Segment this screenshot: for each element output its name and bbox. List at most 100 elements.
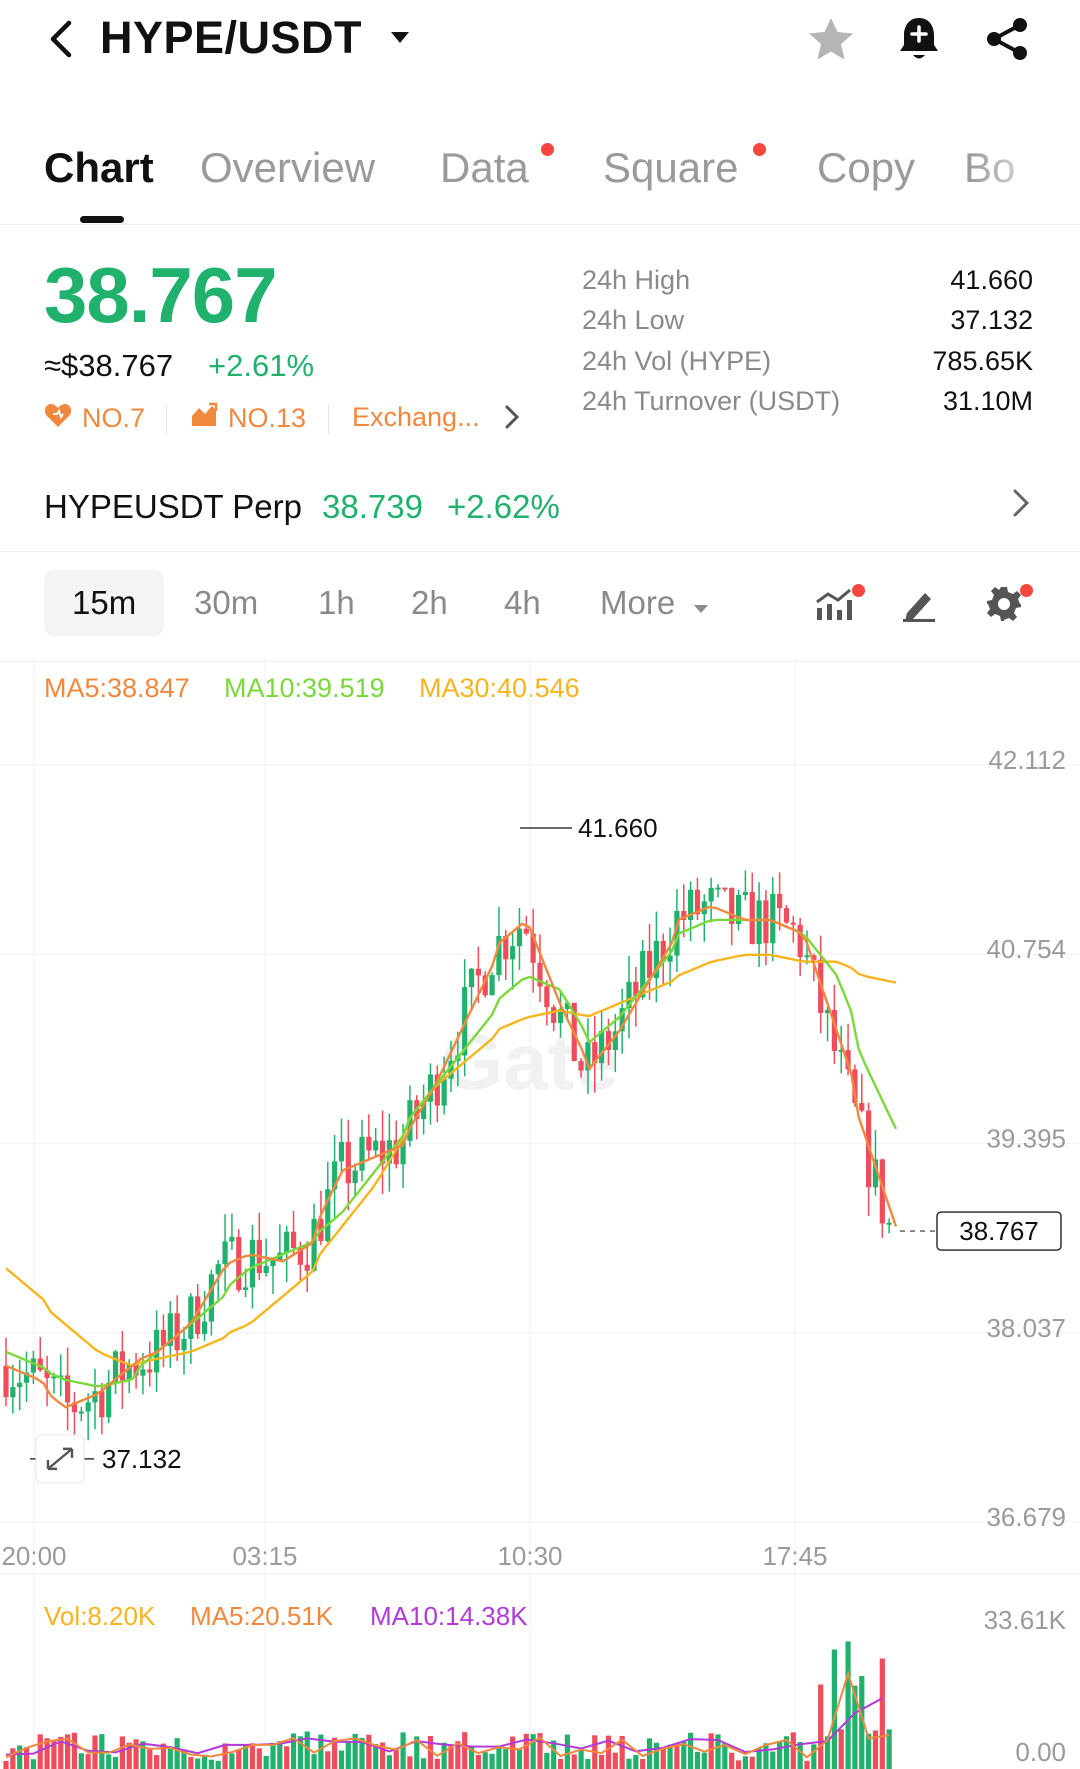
indicators-notification-dot xyxy=(852,584,865,597)
tab-square[interactable]: Square xyxy=(603,144,738,192)
candle-body xyxy=(229,1236,235,1242)
volume-bar xyxy=(167,1747,173,1769)
share-icon[interactable] xyxy=(982,14,1032,64)
candle-body xyxy=(468,968,475,988)
candle-body xyxy=(763,900,769,944)
candle-body xyxy=(263,1266,269,1273)
star-icon[interactable] xyxy=(806,14,856,64)
tab-copy[interactable]: Copy xyxy=(817,144,915,192)
volume-bar xyxy=(407,1756,413,1769)
heart-flame-icon xyxy=(44,402,72,435)
candle-body xyxy=(270,1260,276,1267)
back-arrow-icon[interactable] xyxy=(40,16,80,62)
candle-body xyxy=(797,924,803,958)
y-tick-label: 40.754 xyxy=(986,934,1066,964)
volume-bar xyxy=(797,1742,803,1769)
volume-bar xyxy=(701,1752,707,1769)
volume-bar xyxy=(496,1746,502,1769)
rank-hot[interactable]: NO.7 xyxy=(44,402,145,435)
tab-data[interactable]: Data xyxy=(440,144,529,192)
volume-bar xyxy=(475,1754,481,1769)
candle-body xyxy=(578,1061,584,1071)
volume-bar xyxy=(140,1741,146,1769)
volume-bar xyxy=(421,1758,427,1769)
candle-body xyxy=(790,922,796,925)
volume-bar xyxy=(571,1754,577,1769)
candle-body xyxy=(859,1103,865,1111)
candle-body xyxy=(140,1369,146,1376)
volume-bar xyxy=(229,1753,235,1769)
volume-bar xyxy=(879,1658,885,1769)
candle-body xyxy=(749,891,755,944)
y-tick-label: 39.395 xyxy=(986,1124,1066,1154)
stat-value-24h-vol: 785.65K xyxy=(932,346,1033,376)
volume-bar xyxy=(338,1750,345,1769)
candle-body xyxy=(646,951,653,979)
volume-bar xyxy=(188,1756,194,1769)
volume-bar xyxy=(653,1742,659,1769)
timeframe-bar: 15m 30m 1h 2h 4h More xyxy=(0,552,1080,662)
timeframe-15m[interactable]: 15m xyxy=(44,570,165,636)
candle-body xyxy=(222,1241,228,1265)
chevron-right-icon xyxy=(1012,488,1030,523)
volume-bar xyxy=(633,1754,639,1769)
volume-bar xyxy=(208,1759,214,1769)
candle-body xyxy=(777,893,783,909)
timeframe-4h[interactable]: 4h xyxy=(476,570,569,636)
price-chart[interactable]: Gate 42.11240.75439.39538.03736.67920:00… xyxy=(0,659,1080,1769)
volume-bar xyxy=(71,1732,78,1769)
volume-bar xyxy=(790,1732,796,1769)
exchange-link[interactable]: Exchang... xyxy=(352,402,480,433)
timeframe-30m[interactable]: 30m xyxy=(166,570,286,636)
y-tick-label: 38.037 xyxy=(986,1313,1066,1343)
timeframe-2h[interactable]: 2h xyxy=(383,570,476,636)
draw-tool-icon[interactable] xyxy=(897,582,941,626)
perpetual-contract-row[interactable]: HYPEUSDT Perp 38.739 +2.62% xyxy=(0,474,1080,552)
volume-bar xyxy=(434,1758,440,1769)
volume-bar xyxy=(147,1748,153,1769)
tab-overview[interactable]: Overview xyxy=(200,144,375,192)
volume-y-tick-label: 33.61K xyxy=(984,1605,1067,1635)
stat-label-24h-high: 24h High xyxy=(582,265,691,295)
ma5-line xyxy=(5,905,898,1409)
stat-label-24h-turnover: 24h Turnover (USDT) xyxy=(582,386,841,416)
chevron-down-icon[interactable] xyxy=(388,28,412,48)
volume-bar xyxy=(770,1751,776,1769)
volume-bar xyxy=(804,1760,810,1769)
stat-value-24h-high: 41.660 xyxy=(950,265,1033,295)
candle-body xyxy=(715,887,721,890)
tab-square-notification-dot xyxy=(753,143,766,156)
volume-bar xyxy=(119,1736,125,1769)
chevron-right-icon[interactable] xyxy=(504,404,520,435)
volume-bar xyxy=(763,1743,769,1769)
tab-chart[interactable]: Chart xyxy=(44,144,154,192)
rank-gainers-label: NO.13 xyxy=(228,403,307,433)
volume-bar xyxy=(256,1748,262,1769)
candle-body xyxy=(243,1287,249,1291)
candle-body xyxy=(523,928,529,934)
volume-bar xyxy=(845,1641,851,1769)
high-marker-label: 41.660 xyxy=(578,813,658,843)
indicators-icon[interactable] xyxy=(812,582,856,626)
candle-body xyxy=(804,955,810,958)
volume-bar xyxy=(195,1758,201,1769)
volume-bar xyxy=(551,1740,557,1769)
ma10-line xyxy=(5,918,898,1388)
volume-bar xyxy=(640,1758,646,1769)
pair-title[interactable]: HYPE/USDT xyxy=(100,12,362,64)
volume-bar xyxy=(578,1749,584,1769)
rank-gainers[interactable]: NO.13 xyxy=(190,402,306,435)
stat-value-24h-turnover: 31.10M xyxy=(942,386,1033,416)
volume-legend: Vol:8.20K xyxy=(44,1601,156,1631)
volume-bar xyxy=(564,1734,570,1769)
timeframe-1h[interactable]: 1h xyxy=(290,570,383,636)
bell-plus-icon[interactable] xyxy=(894,14,944,64)
chevron-down-icon xyxy=(692,572,710,638)
timeframe-more[interactable]: More xyxy=(572,570,738,636)
settings-notification-dot xyxy=(1020,584,1033,597)
usd-price: ≈$38.767 xyxy=(44,348,174,383)
candle-body xyxy=(756,900,762,944)
candle-body xyxy=(208,1274,214,1322)
candle-body xyxy=(722,887,728,890)
candle-body xyxy=(30,1358,36,1373)
